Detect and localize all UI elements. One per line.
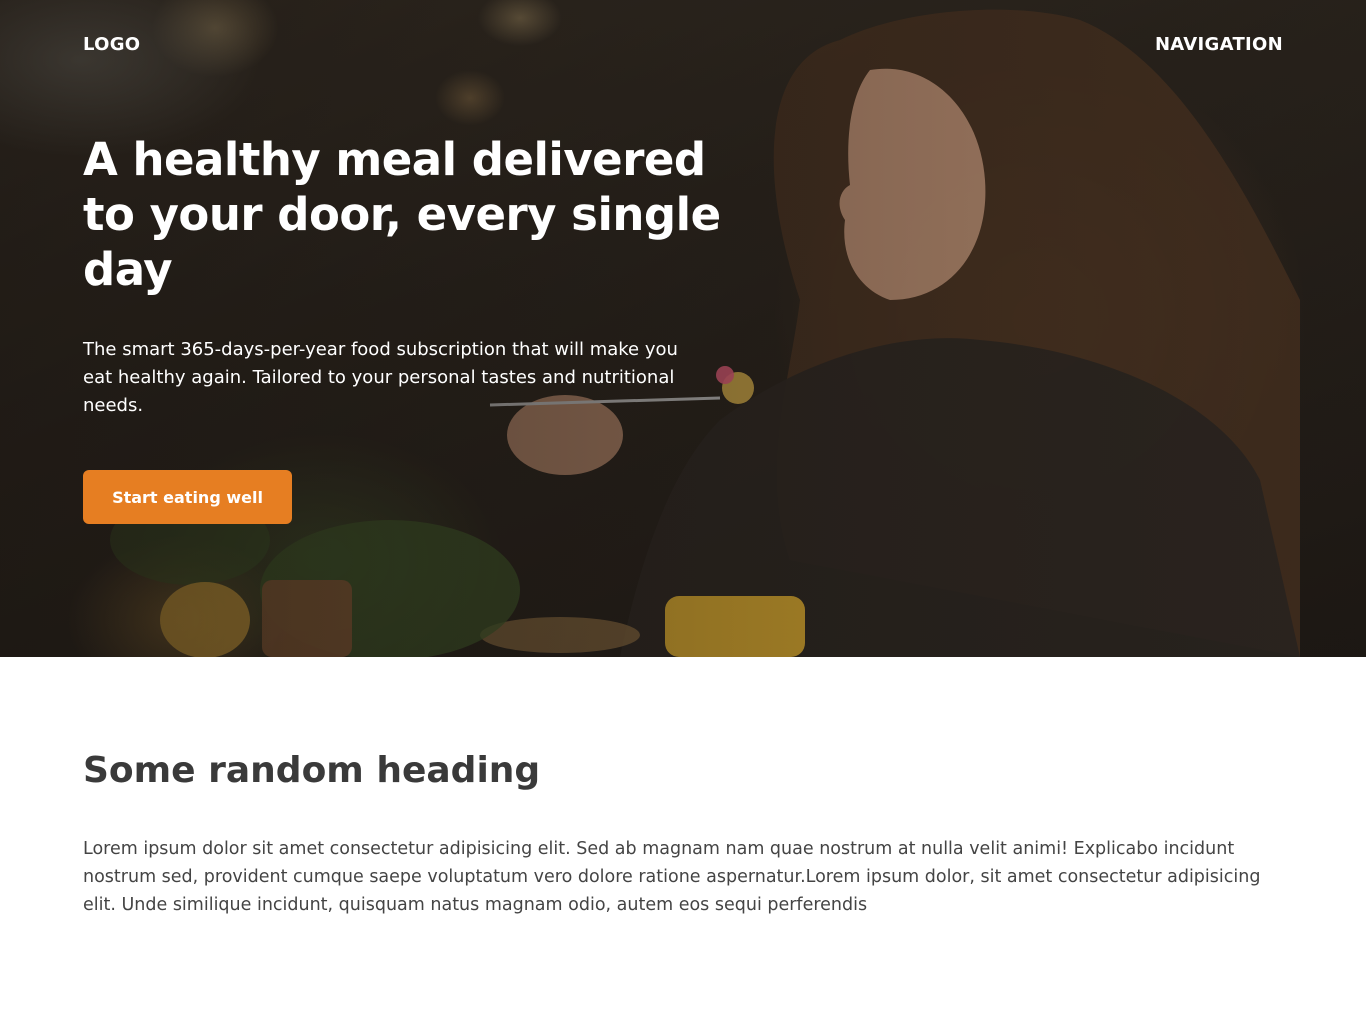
navigation-link[interactable]: NAVIGATION <box>1155 34 1283 55</box>
section-body-text: Lorem ipsum dolor sit amet consectetur a… <box>83 839 1261 915</box>
hero-section: LOGO NAVIGATION A healthy meal delivered… <box>0 0 1366 657</box>
section-heading: Some random heading <box>83 750 541 791</box>
hero-title: A healthy meal delivered to your door, e… <box>83 133 721 296</box>
hero-overlay <box>0 0 1366 657</box>
hero-description: The smart 365-days-per-year food subscri… <box>83 339 678 416</box>
logo[interactable]: LOGO <box>83 34 140 55</box>
content-section: Some random heading Lorem ipsum dolor si… <box>83 745 1283 919</box>
start-eating-well-button[interactable]: Start eating well <box>83 470 292 524</box>
